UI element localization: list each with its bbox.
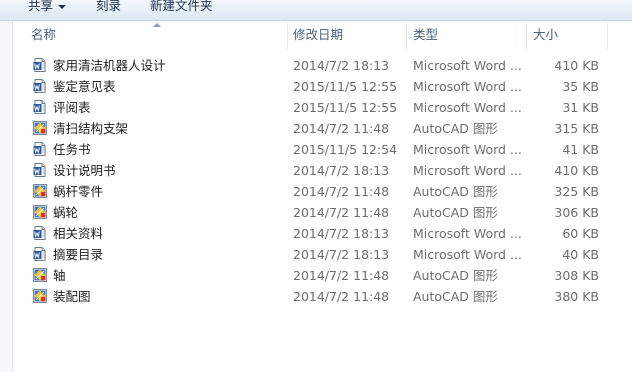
chevron-down-icon [58, 4, 67, 9]
file-size: 31 KB [562, 100, 599, 115]
file-name: 蜗杆零件 [53, 184, 104, 199]
file-row[interactable]: 清扫结构支架 2014/7/2 11:48 AutoCAD 图形 315 KB [13, 118, 632, 139]
column-divider[interactable] [607, 23, 608, 49]
file-type: AutoCAD 图形 [413, 184, 498, 199]
file-type: Microsoft Word ... [413, 100, 522, 115]
file-type: AutoCAD 图形 [413, 268, 498, 283]
share-label: 共享 [28, 0, 54, 13]
file-size: 410 KB [554, 58, 599, 73]
autocad-drawing-icon [32, 120, 48, 136]
file-type: Microsoft Word ... [413, 58, 522, 73]
file-name: 摘要目录 [53, 247, 104, 262]
column-header-type[interactable]: 类型 [413, 21, 528, 51]
column-header-date[interactable]: 修改日期 [293, 21, 413, 51]
column-divider[interactable] [526, 23, 527, 49]
file-modified-date: 2014/7/2 18:13 [293, 58, 390, 73]
word-doc-icon [32, 99, 48, 115]
file-modified-date: 2014/7/2 18:13 [293, 163, 390, 178]
file-row[interactable]: 蜗轮 2014/7/2 11:48 AutoCAD 图形 306 KB [13, 202, 632, 223]
file-modified-date: 2015/11/5 12:55 [293, 100, 398, 115]
file-modified-date: 2014/7/2 18:13 [293, 226, 390, 241]
file-size: 40 KB [562, 247, 599, 262]
file-name: 装配图 [53, 289, 91, 304]
word-doc-icon [32, 162, 48, 178]
burn-button[interactable]: 刻录 [96, 0, 121, 16]
file-name: 家用清洁机器人设计 [53, 58, 166, 73]
file-type: AutoCAD 图形 [413, 289, 498, 304]
command-bar: 共享 刻录 新建文件夹 [0, 0, 632, 21]
word-doc-icon [32, 225, 48, 241]
word-doc-icon [32, 246, 48, 262]
column-divider[interactable] [406, 23, 407, 49]
autocad-drawing-icon [32, 183, 48, 199]
file-row[interactable]: 轴 2014/7/2 11:48 AutoCAD 图形 308 KB [13, 265, 632, 286]
file-name: 清扫结构支架 [53, 121, 129, 136]
file-row[interactable]: 鉴定意见表 2015/11/5 12:55 Microsoft Word ... 35… [13, 76, 632, 97]
file-name: 鉴定意见表 [53, 79, 116, 94]
file-type: AutoCAD 图形 [413, 205, 498, 220]
file-modified-date: 2014/7/2 11:48 [293, 289, 390, 304]
column-header-row: 名称 修改日期 类型 大小 [13, 21, 632, 51]
column-header-name[interactable]: 名称 [31, 21, 293, 51]
file-type: Microsoft Word ... [413, 163, 522, 178]
file-type: Microsoft Word ... [413, 247, 522, 262]
file-row[interactable]: 任务书 2015/11/5 12:54 Microsoft Word ... 41 K… [13, 139, 632, 160]
file-size: 41 KB [562, 142, 599, 157]
file-row[interactable]: 蜗杆零件 2014/7/2 11:48 AutoCAD 图形 325 KB [13, 181, 632, 202]
file-modified-date: 2014/7/2 11:48 [293, 268, 390, 283]
file-row[interactable]: 评阅表 2015/11/5 12:55 Microsoft Word ... 31 K… [13, 97, 632, 118]
file-name: 评阅表 [53, 100, 91, 115]
file-row[interactable]: 摘要目录 2014/7/2 18:13 Microsoft Word ... 40 K… [13, 244, 632, 265]
file-name: 相关资料 [53, 226, 104, 241]
burn-label: 刻录 [96, 0, 122, 13]
file-name: 蜗轮 [53, 205, 79, 220]
file-modified-date: 2015/11/5 12:55 [293, 79, 398, 94]
file-name: 设计说明书 [53, 163, 116, 178]
file-modified-date: 2015/11/5 12:54 [293, 142, 398, 157]
navigation-pane-edge [0, 21, 13, 372]
file-size: 325 KB [554, 184, 599, 199]
word-doc-icon [32, 141, 48, 157]
file-modified-date: 2014/7/2 11:48 [293, 184, 390, 199]
autocad-drawing-icon [32, 288, 48, 304]
column-header-size-label: 大小 [533, 27, 559, 42]
column-header-type-label: 类型 [413, 27, 439, 42]
file-row[interactable]: 相关资料 2014/7/2 18:13 Microsoft Word ... 60 K… [13, 223, 632, 244]
new-folder-button[interactable]: 新建文件夹 [150, 0, 213, 16]
file-size: 306 KB [554, 205, 599, 220]
autocad-drawing-icon [32, 204, 48, 220]
file-size: 315 KB [554, 121, 599, 136]
column-header-date-label: 修改日期 [293, 27, 344, 42]
file-type: Microsoft Word ... [413, 142, 522, 157]
file-modified-date: 2014/7/2 11:48 [293, 121, 390, 136]
file-name: 轴 [53, 268, 66, 283]
autocad-drawing-icon [32, 267, 48, 283]
share-menu-button[interactable]: 共享 [28, 0, 67, 16]
file-row[interactable]: 家用清洁机器人设计 2014/7/2 18:13 Microsoft Word ..… [13, 55, 632, 76]
sort-ascending-icon [153, 23, 161, 27]
file-type: AutoCAD 图形 [413, 121, 498, 136]
file-size: 380 KB [554, 289, 599, 304]
file-size: 308 KB [554, 268, 599, 283]
column-divider[interactable] [287, 23, 288, 49]
word-doc-icon [32, 57, 48, 73]
column-header-name-label: 名称 [31, 27, 57, 42]
file-size: 410 KB [554, 163, 599, 178]
new-folder-label: 新建文件夹 [150, 0, 213, 13]
file-type: Microsoft Word ... [413, 79, 522, 94]
file-size: 35 KB [562, 79, 599, 94]
word-doc-icon [32, 78, 48, 94]
file-list: 家用清洁机器人设计 2014/7/2 18:13 Microsoft Word ..… [13, 55, 632, 307]
file-row[interactable]: 设计说明书 2014/7/2 18:13 Microsoft Word ... 410… [13, 160, 632, 181]
file-size: 60 KB [562, 226, 599, 241]
file-modified-date: 2014/7/2 18:13 [293, 247, 390, 262]
column-header-size[interactable]: 大小 [533, 21, 603, 51]
file-type: Microsoft Word ... [413, 226, 522, 241]
file-row[interactable]: 装配图 2014/7/2 11:48 AutoCAD 图形 380 KB [13, 286, 632, 307]
file-modified-date: 2014/7/2 11:48 [293, 205, 390, 220]
file-name: 任务书 [53, 142, 91, 157]
